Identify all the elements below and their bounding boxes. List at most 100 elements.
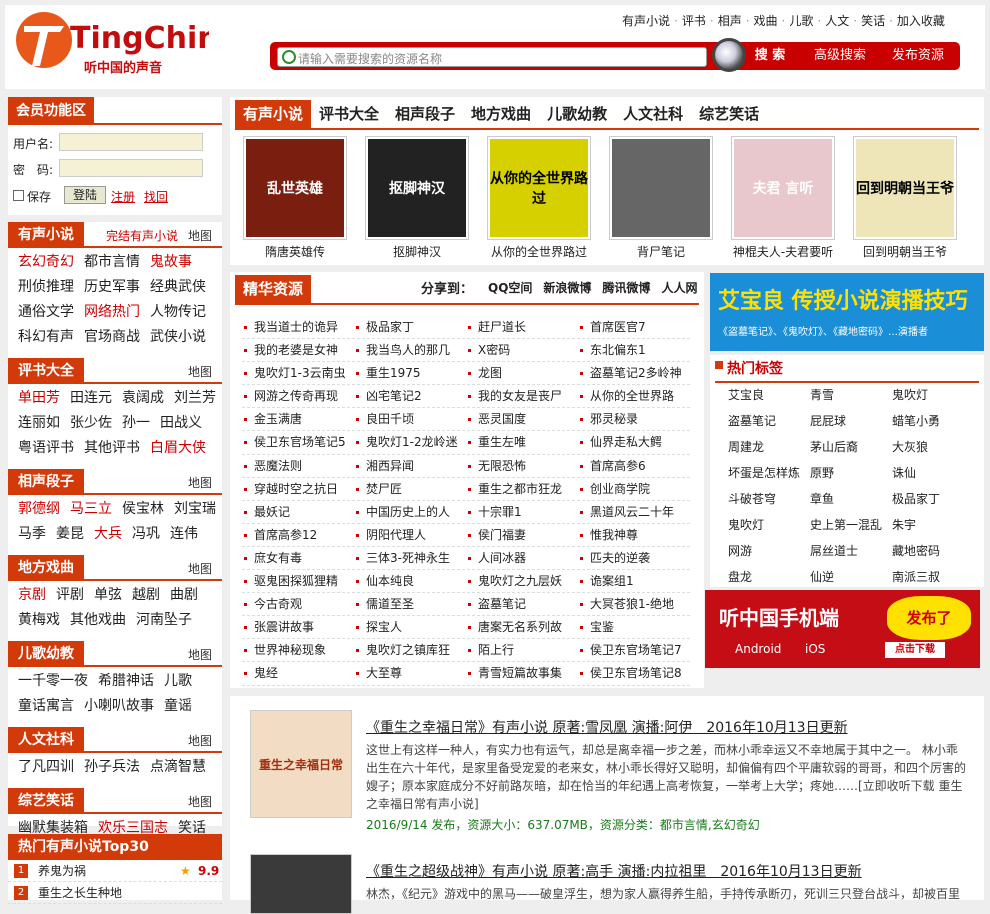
category-link[interactable]: 白眉大侠	[150, 436, 206, 461]
hottag-link[interactable]: 鬼吹灯	[892, 385, 974, 405]
category-link[interactable]: 科幻有声	[18, 325, 74, 350]
essence-link[interactable]: 张震讲故事	[242, 616, 354, 638]
tingchina-logo[interactable]: TingChina 听中国的声音	[14, 6, 209, 78]
essence-link[interactable]: 首席高参12	[242, 524, 354, 546]
essence-link[interactable]: 穿越时空之抗日	[242, 478, 354, 500]
hottag-link[interactable]: 南派三叔	[892, 567, 974, 587]
essence-link[interactable]: 探宝人	[354, 616, 466, 638]
category-link[interactable]: 评剧	[56, 583, 84, 608]
cover-title[interactable]: 神棍夫人-夫君要听	[723, 243, 843, 260]
category-title[interactable]: 儿歌幼教	[8, 641, 84, 667]
essence-link[interactable]: 重生左唯	[466, 431, 578, 453]
top30-name[interactable]: 养鬼为祸	[38, 860, 86, 882]
essence-link[interactable]: 中国历史上的人	[354, 501, 466, 523]
category-link[interactable]: 马三立	[70, 497, 112, 522]
essence-link[interactable]: 首席高参6	[578, 455, 690, 477]
topnav-link[interactable]: 有声小说	[622, 12, 670, 29]
category-link[interactable]: 儿歌	[164, 669, 192, 694]
category-link[interactable]: 马季	[18, 522, 46, 547]
essence-link[interactable]: 匹夫的逆袭	[578, 547, 690, 569]
category-link[interactable]: 孙子兵法	[84, 755, 140, 780]
share-link[interactable]: 人人网	[661, 279, 697, 296]
category-link[interactable]: 大兵	[94, 522, 122, 547]
essence-link[interactable]: 驱鬼困探狐狸精	[242, 570, 354, 592]
category-map-link[interactable]: 地图	[188, 732, 212, 749]
hottag-link[interactable]: 极品家丁	[892, 489, 974, 509]
hottag-link[interactable]: 藏地密码	[892, 541, 974, 561]
hottag-link[interactable]: 史上第一混乱	[810, 515, 892, 535]
category-link[interactable]: 历史军事	[84, 275, 140, 300]
category-link[interactable]: 点滴智慧	[150, 755, 206, 780]
news-cover[interactable]: 重生之幸福日常	[250, 710, 352, 818]
hottag-link[interactable]: 章鱼	[810, 489, 892, 509]
essence-link[interactable]: 青雪短篇故事集	[466, 662, 578, 684]
topnav-link[interactable]: 儿歌	[789, 12, 813, 29]
hottag-link[interactable]: 茅山后裔	[810, 437, 892, 457]
hottag-link[interactable]: 仙逆	[810, 567, 892, 587]
hottag-link[interactable]: 青雪	[810, 385, 892, 405]
top30-name[interactable]: 重生之长生种地	[38, 882, 122, 904]
category-link[interactable]: 粤语评书	[18, 436, 74, 461]
tab-0[interactable]: 有声小说	[235, 100, 312, 128]
essence-link[interactable]: 恶灵国度	[466, 408, 578, 430]
hottag-link[interactable]: 周建龙	[728, 437, 810, 457]
topnav-link[interactable]: 相声	[718, 12, 742, 29]
hottag-link[interactable]: 屌丝道士	[810, 541, 892, 561]
essence-link[interactable]: 恶魔法则	[242, 455, 354, 477]
essence-link[interactable]: 三体3-死神永生	[354, 547, 466, 569]
essence-link[interactable]: 鬼经	[242, 662, 354, 684]
topnav-link[interactable]: 笑话	[861, 12, 885, 29]
essence-link[interactable]: 盗墓笔记	[466, 593, 578, 615]
recover-link[interactable]: 找回	[144, 188, 168, 205]
essence-link[interactable]: 从你的全世界路	[578, 385, 690, 407]
news-title[interactable]: 《重生之幸福日常》有声小说 原著:雪凤凰 演播:阿伊 2016年10月13日更新	[366, 717, 848, 737]
category-link[interactable]: 曲剧	[170, 583, 198, 608]
category-link[interactable]: 一千零一夜	[18, 669, 88, 694]
essence-link[interactable]: 金玉满唐	[242, 408, 354, 430]
cover-image[interactable]: 乱世英雄	[243, 136, 347, 240]
category-link[interactable]: 武侠小说	[150, 325, 206, 350]
hottag-link[interactable]: 蜡笔小勇	[892, 411, 974, 431]
essence-link[interactable]: 十宗罪1	[466, 501, 578, 523]
tab-1[interactable]: 评书大全	[311, 100, 387, 128]
category-link[interactable]: 童话寓言	[18, 694, 74, 719]
category-map-link[interactable]: 地图	[188, 474, 212, 491]
category-link[interactable]: 单弦	[94, 583, 122, 608]
hottag-link[interactable]: 盗墓笔记	[728, 411, 810, 431]
essence-link[interactable]: 仙界走私大鳄	[578, 431, 690, 453]
category-link[interactable]: 袁阔成	[122, 386, 164, 411]
essence-link[interactable]: 仙本纯良	[354, 570, 466, 592]
essence-link[interactable]: 儒道至圣	[354, 593, 466, 615]
topnav-link[interactable]: 评书	[682, 12, 706, 29]
cover-title[interactable]: 隋唐英雄传	[235, 243, 355, 260]
download-button[interactable]: 点击下载	[885, 642, 945, 658]
category-link[interactable]: 刑侦推理	[18, 275, 74, 300]
hottag-link[interactable]: 大灰狼	[892, 437, 974, 457]
tab-2[interactable]: 相声段子	[387, 100, 463, 128]
register-link[interactable]: 注册	[111, 188, 135, 205]
essence-link[interactable]: 侯卫东官场笔记7	[578, 639, 690, 661]
magnifier-icon[interactable]	[712, 38, 746, 72]
category-map-link[interactable]: 地图	[188, 227, 212, 244]
category-link[interactable]: 经典武侠	[150, 275, 206, 300]
hottag-link[interactable]: 屁屁球	[810, 411, 892, 431]
essence-link[interactable]: 凶宅笔记2	[354, 385, 466, 407]
cover-image[interactable]: 抠脚神汉	[365, 136, 469, 240]
essence-link[interactable]: 鬼吹灯1-3云南虫	[242, 362, 354, 384]
category-link[interactable]: 连伟	[170, 522, 198, 547]
category-link[interactable]: 小喇叭故事	[84, 694, 154, 719]
category-extra-link[interactable]: 完结有声小说	[106, 227, 178, 244]
hottag-link[interactable]: 盘龙	[728, 567, 810, 587]
top30-row[interactable]: 2 重生之长生种地	[8, 882, 222, 904]
search-input[interactable]: 请输入需要搜索的资源名称	[277, 47, 707, 67]
category-title[interactable]: 人文社科	[8, 727, 84, 753]
hottag-link[interactable]: 原野	[810, 463, 892, 483]
essence-link[interactable]: 陌上行	[466, 639, 578, 661]
advanced-search-button[interactable]: 高级搜索	[808, 45, 872, 67]
essence-link[interactable]: X密码	[466, 339, 578, 361]
category-link[interactable]: 刘宝瑞	[174, 497, 216, 522]
hottag-link[interactable]: 坏蛋是怎样炼	[728, 463, 810, 483]
category-link[interactable]: 郭德纲	[18, 497, 60, 522]
cover-image[interactable]: 从你的全世界路过	[487, 136, 591, 240]
essence-link[interactable]: 我的女友是丧尸	[466, 385, 578, 407]
